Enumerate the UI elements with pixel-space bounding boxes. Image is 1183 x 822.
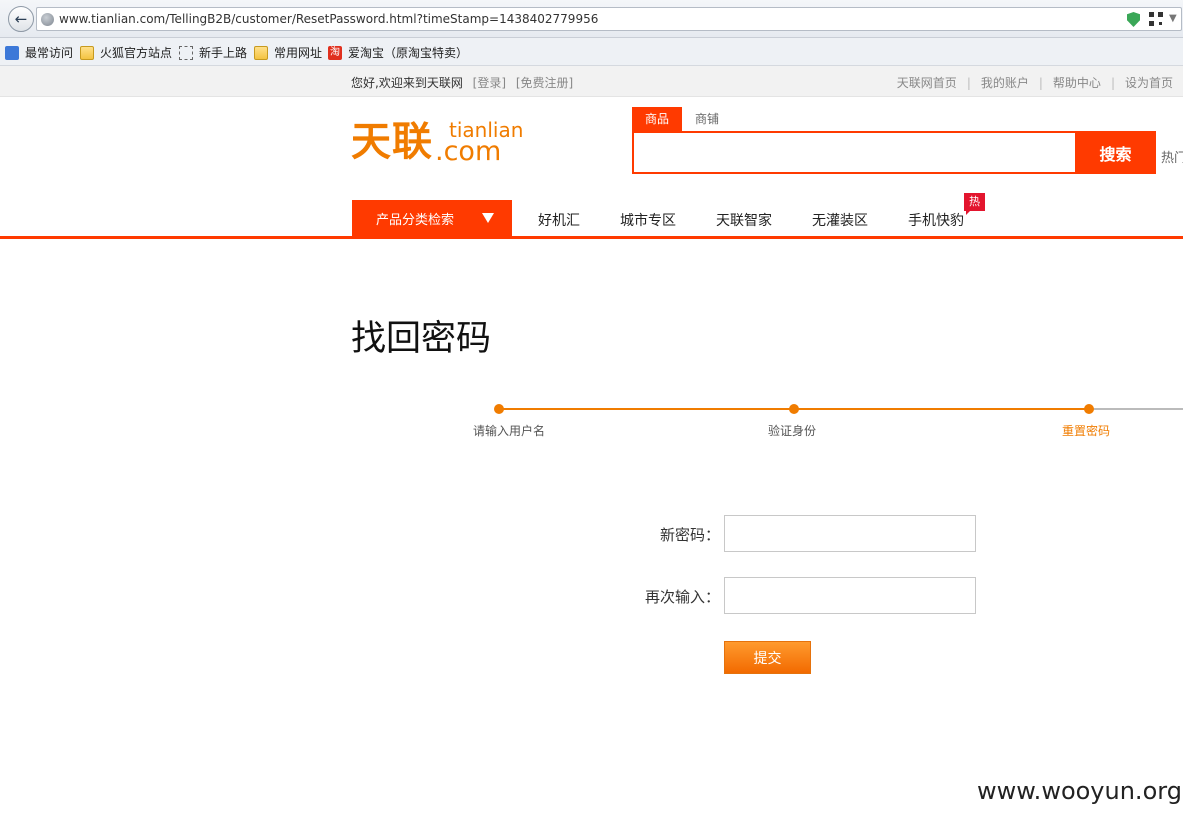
submit-button[interactable]: 提交 [724,641,811,674]
top-links: 天联网首页 | 我的账户 | 帮助中心 | 设为首页 [896,76,1173,90]
search-button[interactable]: 搜索 [1075,131,1156,174]
browser-address-bar: ← www.tianlian.com/TellingB2B/customer/R… [0,0,1183,38]
watermark: www.wooyun.org [977,777,1182,805]
step-label-username: 请输入用户名 [473,424,546,438]
top-link-set-homepage[interactable]: 设为首页 [1125,76,1173,90]
back-arrow-icon: ← [14,10,28,28]
url-field[interactable]: www.tianlian.com/TellingB2B/customer/Res… [36,7,1182,31]
nav-item-phone-express[interactable]: 手机快豹 [908,210,964,230]
welcome-area: 您好,欢迎来到天联网 [登录] [免费注册] [351,74,573,91]
folder-icon [80,45,94,60]
category-search-button[interactable]: 产品分类检索 [352,200,512,237]
hot-search-label: 热门 [1161,151,1183,166]
step-label-reset: 重置密码 [1062,424,1111,438]
nav-item-city-zone[interactable]: 城市专区 [620,210,676,230]
top-link-home[interactable]: 天联网首页 [897,76,957,90]
bookmark-ai-taobao[interactable]: 淘 爱淘宝（原淘宝特卖） [328,44,468,61]
nav-item-haojihui[interactable]: 好机汇 [538,210,580,230]
page-icon [179,45,193,60]
logo-text-domain: .com [435,136,502,167]
bookmark-label: 最常访问 [25,46,74,60]
triangle-down-icon [482,213,494,223]
page-title: 找回密码 [351,319,492,359]
new-password-label: 新密码： [659,526,720,544]
taobao-icon: 淘 [328,45,342,60]
chevron-down-icon[interactable]: ▼ [1169,13,1177,24]
bookmark-label: 常用网址 [274,46,323,60]
nav-item-no-filling[interactable]: 无灌装区 [812,210,868,230]
url-text: www.tianlian.com/TellingB2B/customer/Res… [59,12,599,26]
progress-line-remaining [1089,408,1183,410]
bookmark-label: 新手上路 [199,46,248,60]
search-input[interactable] [632,131,1076,174]
bookmark-icon [5,45,19,60]
site-top-bar: 您好,欢迎来到天联网 [登录] [免费注册] 天联网首页 | 我的账户 | 帮助中心 | 设… [0,66,1183,97]
bookmark-label: 火狐官方站点 [100,46,173,60]
bookmarks-bar: 最常访问 火狐官方站点 新手上路 常用网址 淘 爱淘宝（原淘宝特卖） [0,38,1183,66]
top-link-help[interactable]: 帮助中心 [1053,76,1101,90]
hot-badge-tail [966,210,971,215]
welcome-text: 您好,欢迎来到天联网 [351,76,463,90]
hot-badge: 热 [964,193,985,211]
qr-code-icon[interactable] [1149,12,1163,26]
bookmark-most-visited[interactable]: 最常访问 [5,44,73,61]
folder-icon [254,45,268,60]
back-button[interactable]: ← [8,6,34,32]
step-dot-3 [1084,404,1094,414]
nav-underline [0,236,1183,239]
login-link[interactable]: [登录] [473,76,506,90]
bookmark-label: 爱淘宝（原淘宝特卖） [348,46,469,60]
bookmark-common-sites[interactable]: 常用网址 [254,44,322,61]
logo-text-cn: 天联 [351,119,433,165]
shield-icon[interactable] [1127,12,1140,27]
bookmark-getting-started[interactable]: 新手上路 [179,44,247,61]
step-dot-1 [494,404,504,414]
site-logo[interactable]: 天联 tianlian .com [351,118,523,168]
new-password-field[interactable] [724,515,976,552]
step-dot-2 [789,404,799,414]
search-tab-goods[interactable]: 商品 [632,107,682,131]
confirm-password-label: 再次输入： [644,588,720,606]
search-tab-shops[interactable]: 商铺 [682,107,732,131]
globe-icon [41,13,54,26]
nav-item-smart-home[interactable]: 天联智家 [716,210,772,230]
bookmark-firefox-site[interactable]: 火狐官方站点 [80,44,172,61]
top-link-account[interactable]: 我的账户 [981,76,1029,90]
step-label-verify: 验证身份 [768,424,817,438]
confirm-password-field[interactable] [724,577,976,614]
category-search-label: 产品分类检索 [376,213,455,228]
register-link[interactable]: [免费注册] [516,76,573,90]
